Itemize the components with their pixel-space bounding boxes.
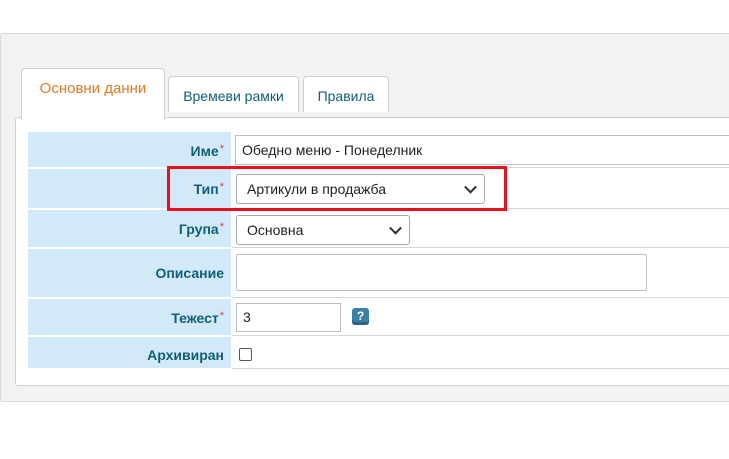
form-row-type: Тип* Артикули в продажба bbox=[28, 168, 729, 209]
name-label: Име* bbox=[190, 143, 225, 159]
tab-time-frames[interactable]: Времеви рамки bbox=[168, 76, 299, 112]
label-cell: Тежест* bbox=[28, 299, 231, 336]
value-cell: 3 ? bbox=[232, 299, 729, 336]
name-input[interactable]: Обедно меню - Понеделник bbox=[235, 135, 729, 165]
label-cell: Тип* bbox=[28, 169, 231, 209]
form-row-name: Име* Обедно меню - Понеделник bbox=[28, 131, 729, 168]
value-cell bbox=[232, 249, 729, 298]
archived-checkbox[interactable] bbox=[239, 348, 252, 361]
label-cell: Група* bbox=[28, 210, 231, 248]
type-label: Тип* bbox=[193, 181, 224, 197]
label-cell: Описание bbox=[28, 249, 231, 298]
group-label: Група* bbox=[178, 221, 224, 237]
required-mark: * bbox=[219, 310, 224, 322]
required-mark: * bbox=[219, 181, 224, 193]
label-cell: Архивиран bbox=[28, 337, 231, 369]
tab-rules[interactable]: Правила bbox=[303, 76, 389, 112]
form-row-archived: Архивиран bbox=[28, 336, 729, 369]
required-mark: * bbox=[219, 221, 224, 233]
description-label: Описание bbox=[155, 265, 224, 281]
value-cell bbox=[232, 337, 729, 369]
group-select-value: Основна bbox=[247, 222, 304, 238]
type-select[interactable]: Артикули в продажба bbox=[236, 174, 485, 204]
type-select-value: Артикули в продажба bbox=[247, 181, 387, 197]
help-icon[interactable]: ? bbox=[352, 308, 369, 325]
form-row-weight: Тежест* 3 ? bbox=[28, 298, 729, 336]
chevron-down-icon bbox=[464, 180, 477, 194]
value-cell: Артикули в продажба bbox=[232, 169, 729, 209]
form-row-group: Група* Основна bbox=[28, 209, 729, 248]
chevron-down-icon bbox=[389, 221, 402, 235]
label-cell: Име* bbox=[28, 132, 231, 168]
tab-main-data[interactable]: Основни данни bbox=[21, 68, 165, 120]
group-select[interactable]: Основна bbox=[236, 215, 410, 245]
description-textarea[interactable] bbox=[236, 254, 647, 291]
required-mark: * bbox=[219, 143, 224, 155]
value-cell: Обедно меню - Понеделник bbox=[232, 132, 729, 168]
weight-label: Тежест* bbox=[171, 310, 224, 326]
weight-input[interactable]: 3 bbox=[236, 303, 341, 332]
edit-form: Име* Обедно меню - Понеделник Тип* Артик… bbox=[28, 131, 729, 369]
form-row-description: Описание bbox=[28, 248, 729, 298]
archived-label: Архивиран bbox=[147, 347, 224, 363]
value-cell: Основна bbox=[232, 210, 729, 248]
